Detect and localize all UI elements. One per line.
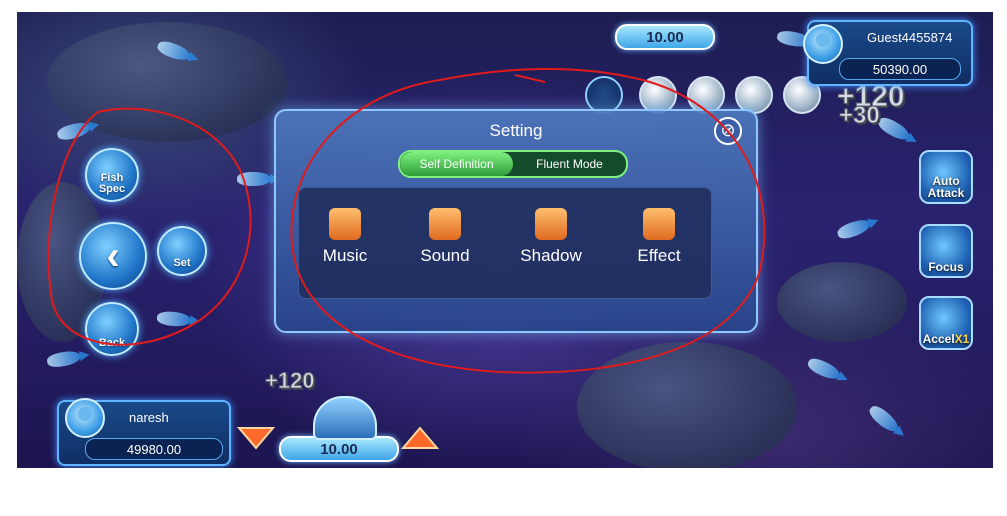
back-button[interactable]: Back: [85, 302, 139, 356]
rock-decoration: [777, 262, 907, 342]
sound-toggle[interactable]: Sound: [405, 208, 485, 278]
fish[interactable]: [46, 349, 82, 369]
fish[interactable]: [156, 310, 192, 328]
player-balance: 49980.00: [85, 438, 223, 460]
options-panel: Music Sound Shadow Effect: [298, 187, 712, 299]
fish[interactable]: [805, 355, 843, 383]
music-toggle[interactable]: Music: [305, 208, 385, 278]
music-icon: [329, 208, 361, 240]
set-label: Set: [173, 257, 191, 269]
mode-self-definition[interactable]: Self Definition: [400, 152, 513, 176]
auto-attack-button[interactable]: Auto Attack: [919, 150, 973, 204]
mode-fluent[interactable]: Fluent Mode: [513, 152, 626, 176]
shadow-toggle[interactable]: Shadow: [511, 208, 591, 278]
sound-label: Sound: [420, 246, 470, 265]
player-name: Guest4455874: [867, 30, 953, 45]
dialog-title: Setting: [489, 121, 543, 140]
sound-icon: [429, 208, 461, 240]
shadow-label: Shadow: [520, 246, 582, 265]
fish-spec-button[interactable]: Fish Spec: [85, 148, 139, 202]
increase-bet-button[interactable]: [399, 424, 441, 452]
accel-label: AccelX1: [922, 332, 970, 346]
effect-icon: [643, 208, 675, 240]
mode-toggle[interactable]: Self Definition Fluent Mode: [398, 150, 628, 178]
fish[interactable]: [835, 216, 873, 242]
rock-decoration: [577, 342, 797, 468]
shadow-icon: [535, 208, 567, 240]
collapse-menu-button[interactable]: ‹: [79, 222, 147, 290]
set-button[interactable]: Set: [157, 226, 207, 276]
back-label: Back: [98, 337, 126, 349]
bonus-score-bottom: +120: [265, 368, 316, 393]
focus-label: Focus: [928, 260, 964, 274]
player-panel-top: Guest4455874 50390.00: [803, 20, 973, 86]
chevron-left-icon: ‹: [106, 234, 120, 278]
avatar: [803, 24, 843, 64]
bonus-score-top-2: +30: [839, 102, 881, 129]
effect-label: Effect: [637, 246, 681, 265]
accel-button[interactable]: AccelX1: [919, 296, 973, 350]
fish[interactable]: [237, 172, 280, 186]
fish[interactable]: [866, 402, 902, 436]
focus-button[interactable]: Focus: [919, 224, 973, 278]
close-icon[interactable]: ⊗: [714, 117, 742, 145]
cannon-turret: [313, 396, 377, 440]
avatar: [65, 398, 105, 438]
fish[interactable]: [875, 114, 913, 144]
effect-toggle[interactable]: Effect: [619, 208, 699, 278]
player-panel-bottom: naresh 49980.00: [57, 398, 231, 466]
top-bet-display: 10.00: [615, 24, 715, 50]
player-balance: 50390.00: [839, 58, 961, 80]
fish[interactable]: [55, 119, 93, 143]
fish-spec-label: Fish Spec: [98, 172, 126, 195]
player-name: naresh: [129, 410, 169, 425]
settings-dialog: Setting ⊗ Self Definition Fluent Mode Mu…: [274, 109, 758, 333]
decrease-bet-button[interactable]: [235, 424, 277, 452]
music-label: Music: [322, 246, 368, 265]
auto-attack-label: Auto Attack: [927, 174, 965, 200]
